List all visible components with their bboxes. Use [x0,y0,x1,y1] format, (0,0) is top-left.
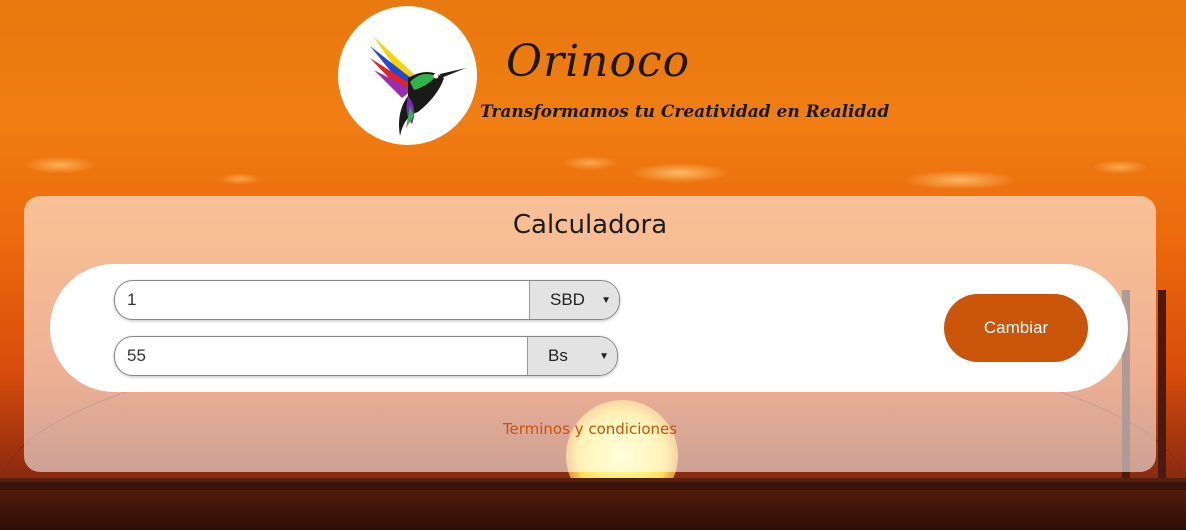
caret-down-icon: ▼ [599,350,609,362]
swap-button[interactable]: Cambiar [944,294,1088,362]
from-row: SBD ▼ [114,280,620,320]
to-currency-value: Bs [548,346,568,365]
brand-tagline: Transformamos tu Creatividad en Realidad [480,102,890,122]
to-amount-input[interactable] [115,337,527,375]
to-row: Bs ▼ [114,336,618,376]
from-currency-value: SBD [550,290,585,309]
terms-link[interactable]: Terminos y condiciones [24,420,1156,438]
site-header: Orinoco Transformamos tu Creatividad en … [338,6,889,146]
page-title: Calculadora [512,210,668,240]
calculator-panel: SBD ▼ Bs ▼ Cambiar [50,264,1128,392]
hummingbird-icon [369,35,466,136]
logo[interactable] [338,6,477,145]
from-currency-select[interactable]: SBD ▼ [529,281,619,319]
from-amount-input[interactable] [115,281,529,319]
to-currency-select[interactable]: Bs ▼ [527,337,617,375]
calculator-card: Calculadora SBD ▼ Bs ▼ Cambiar Terminos … [24,196,1156,472]
brand-name: Orinoco [506,36,691,87]
background-bridge-deck [0,482,1186,490]
caret-down-icon: ▼ [601,294,611,306]
